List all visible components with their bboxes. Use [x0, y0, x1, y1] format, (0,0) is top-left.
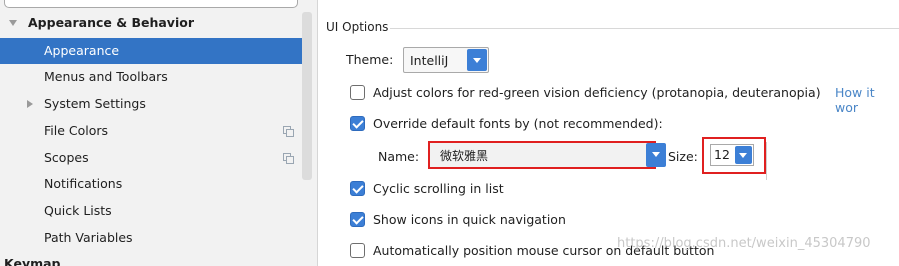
tree-item-path-variables[interactable]: Path Variables [0, 225, 302, 251]
tree-item-appearance[interactable]: Appearance [0, 38, 302, 64]
collapse-arrow-icon[interactable] [27, 100, 33, 108]
tree-item-label: Quick Lists [44, 203, 112, 218]
watermark-text: https://blog.csdn.net/weixin_45304790 [617, 236, 871, 251]
adjust-colors-checkbox[interactable] [350, 85, 365, 100]
tree-item-keymap[interactable]: Keymap [0, 251, 302, 266]
font-name-select[interactable]: 微软雅黑 [428, 141, 666, 169]
auto-position-checkbox[interactable] [350, 243, 365, 258]
theme-select[interactable]: IntelliJ [403, 47, 489, 73]
font-name-value: 微软雅黑 [440, 149, 489, 163]
tree-item-menus-toolbars[interactable]: Menus and Toolbars [0, 64, 302, 90]
theme-label: Theme: [346, 52, 394, 67]
tree-item-label: Keymap [4, 256, 61, 266]
how-it-works-link[interactable]: How it wor [835, 85, 899, 115]
tree-item-label: Notifications [44, 176, 123, 191]
tree-item-label: File Colors [44, 123, 109, 138]
adjust-colors-label: Adjust colors for red-green vision defic… [373, 85, 821, 100]
tree-item-notifications[interactable]: Notifications [0, 171, 302, 197]
tree-item-scopes[interactable]: Scopes [0, 145, 302, 171]
override-fonts-label: Override default fonts by (not recommend… [373, 116, 663, 131]
tree-item-label: Appearance & Behavior [28, 15, 194, 30]
tree-item-file-colors[interactable]: File Colors [0, 118, 302, 144]
tree-item-appearance-behavior[interactable]: Appearance & Behavior [0, 10, 302, 36]
tree-item-system-settings[interactable]: System Settings [0, 91, 302, 117]
font-name-label: Name: [378, 149, 420, 164]
font-size-highlight: 12 [702, 137, 766, 174]
chevron-down-icon[interactable] [735, 146, 752, 164]
expand-arrow-icon[interactable] [9, 20, 17, 26]
show-icons-label: Show icons in quick navigation [373, 212, 566, 227]
font-size-select[interactable]: 12 [710, 144, 754, 166]
chevron-down-icon[interactable] [467, 49, 487, 71]
cyclic-scrolling-label: Cyclic scrolling in list [373, 181, 504, 196]
settings-search-input[interactable] [4, 0, 298, 8]
ui-options-panel: UI Options Theme: IntelliJ Adjust colors… [318, 0, 899, 266]
theme-value: IntelliJ [410, 53, 449, 68]
tree-item-label: Scopes [44, 150, 89, 165]
override-fonts-checkbox[interactable] [350, 116, 365, 131]
tree-item-label: Menus and Toolbars [44, 69, 168, 84]
settings-tree: Appearance & Behavior Appearance Menus a… [0, 0, 318, 266]
tree-item-quick-lists[interactable]: Quick Lists [0, 198, 302, 224]
tree-item-label: Path Variables [44, 230, 133, 245]
tree-item-label: System Settings [44, 96, 146, 111]
section-divider [390, 28, 899, 29]
tree-item-label: Appearance [44, 43, 120, 58]
section-title: UI Options [326, 20, 389, 34]
project-scope-icon [283, 126, 294, 137]
tree-scrollbar[interactable] [302, 12, 312, 180]
show-icons-checkbox[interactable] [350, 212, 365, 227]
font-size-label: Size: [668, 149, 698, 164]
divider [766, 142, 767, 180]
cyclic-scrolling-checkbox[interactable] [350, 181, 365, 196]
project-scope-icon [283, 153, 294, 164]
chevron-down-icon[interactable] [646, 143, 666, 167]
font-size-value: 12 [714, 147, 730, 162]
